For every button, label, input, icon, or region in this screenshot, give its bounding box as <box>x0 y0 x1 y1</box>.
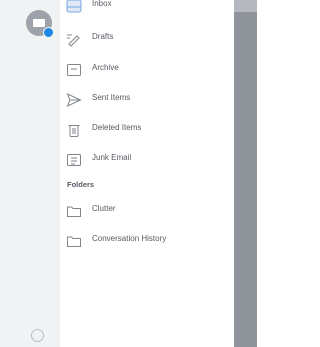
menu-item-inbox[interactable]: Inbox <box>60 0 234 18</box>
menu-item-junk-email[interactable]: Junk Email <box>60 148 234 172</box>
menu-item-label: Inbox <box>92 0 112 8</box>
archive-icon <box>66 62 82 78</box>
folder-icon <box>66 203 82 219</box>
menu-item-label: Drafts <box>92 32 114 41</box>
inbox-icon <box>66 0 82 14</box>
trash-icon <box>66 122 82 138</box>
account-avatar[interactable] <box>26 10 54 38</box>
menu-item-label: Deleted Items <box>92 123 142 132</box>
menu-item-label: Junk Email <box>92 153 132 162</box>
folder-menu: Inbox Drafts Archive Sent Items Deleted … <box>60 0 234 347</box>
mail-icon <box>33 19 45 27</box>
folder-item-label: Conversation History <box>92 234 167 243</box>
help-icon[interactable] <box>31 329 44 342</box>
dimmed-header <box>234 0 257 12</box>
menu-item-label: Sent Items <box>92 93 131 102</box>
junk-icon <box>66 152 82 168</box>
status-badge <box>43 27 54 38</box>
menu-item-sent-items[interactable]: Sent Items <box>60 88 234 112</box>
folders-heading: Folders <box>67 180 95 189</box>
account-rail <box>0 0 60 347</box>
dimmed-content-overlay[interactable] <box>234 0 257 347</box>
send-icon <box>66 92 82 108</box>
folder-item-clutter[interactable]: Clutter <box>60 199 234 223</box>
menu-item-label: Archive <box>92 63 119 72</box>
folder-icon <box>66 233 82 249</box>
menu-item-drafts[interactable]: Drafts <box>60 27 234 51</box>
folder-item-conversation-history[interactable]: Conversation History <box>60 229 234 253</box>
menu-item-deleted-items[interactable]: Deleted Items <box>60 118 234 142</box>
drafts-icon <box>66 31 82 47</box>
menu-item-archive[interactable]: Archive <box>60 58 234 82</box>
folder-item-label: Clutter <box>92 204 116 213</box>
